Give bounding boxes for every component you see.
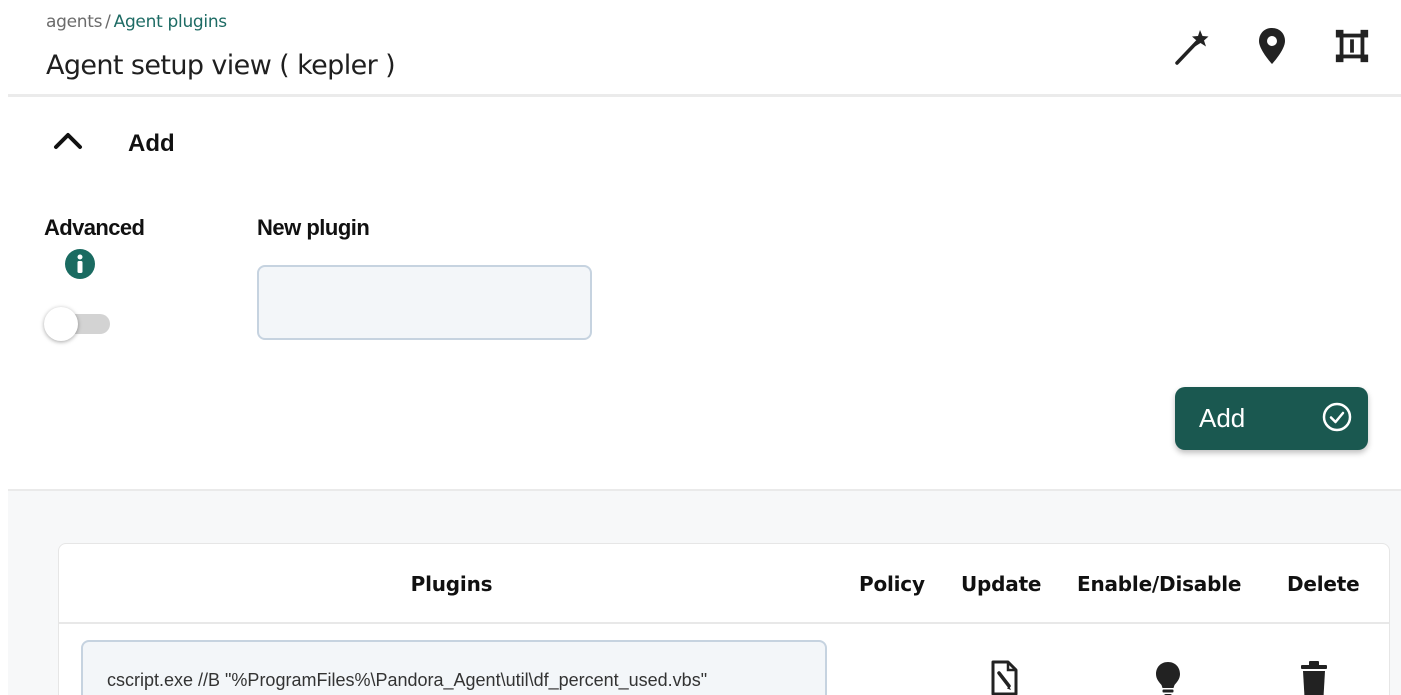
toggle-knob [44,307,78,341]
column-header-enable-disable: Enable/Disable [1077,572,1242,596]
edit-document-icon[interactable] [989,660,1019,695]
magic-wand-icon[interactable] [1173,24,1211,68]
breadcrumb-separator: / [105,12,111,32]
add-button-label: Add [1199,403,1246,433]
breadcrumb-root[interactable]: agents [46,12,102,32]
breadcrumb: agents / Agent plugins [46,12,227,32]
lightbulb-icon[interactable] [1153,660,1183,695]
plugins-list-section: Plugins Policy Update Enable/Disable Del… [8,489,1401,695]
plugins-table: Plugins Policy Update Enable/Disable Del… [58,543,1390,695]
add-plugin-section: Add Advanced New plugin Add [0,97,1401,489]
header-actions [1173,24,1371,68]
column-header-update: Update [961,572,1042,596]
map-pin-icon[interactable] [1253,24,1291,68]
section-title: Add [128,130,175,157]
table-header: Plugins Policy Update Enable/Disable Del… [59,544,1389,624]
plugin-command-input[interactable] [81,640,827,695]
check-circle-icon [1320,400,1354,437]
breadcrumb-current[interactable]: Agent plugins [114,12,228,32]
page-title: Agent setup view ( kepler ) [46,50,396,81]
column-header-plugins: Plugins [410,572,493,596]
new-plugin-input[interactable] [257,265,592,340]
info-icon[interactable] [64,248,96,280]
table-row [59,626,1389,695]
advanced-toggle[interactable] [44,307,112,341]
page-header: agents / Agent plugins Agent setup view ( … [0,0,1401,97]
chevron-up-icon[interactable] [52,125,84,157]
column-header-policy: Policy [859,572,925,596]
new-plugin-label: New plugin [257,215,370,240]
trash-icon[interactable] [1299,660,1329,695]
advanced-label: Advanced [44,215,145,240]
fullscreen-icon[interactable] [1333,24,1371,68]
column-header-delete: Delete [1287,572,1360,596]
add-button[interactable]: Add [1175,387,1368,450]
